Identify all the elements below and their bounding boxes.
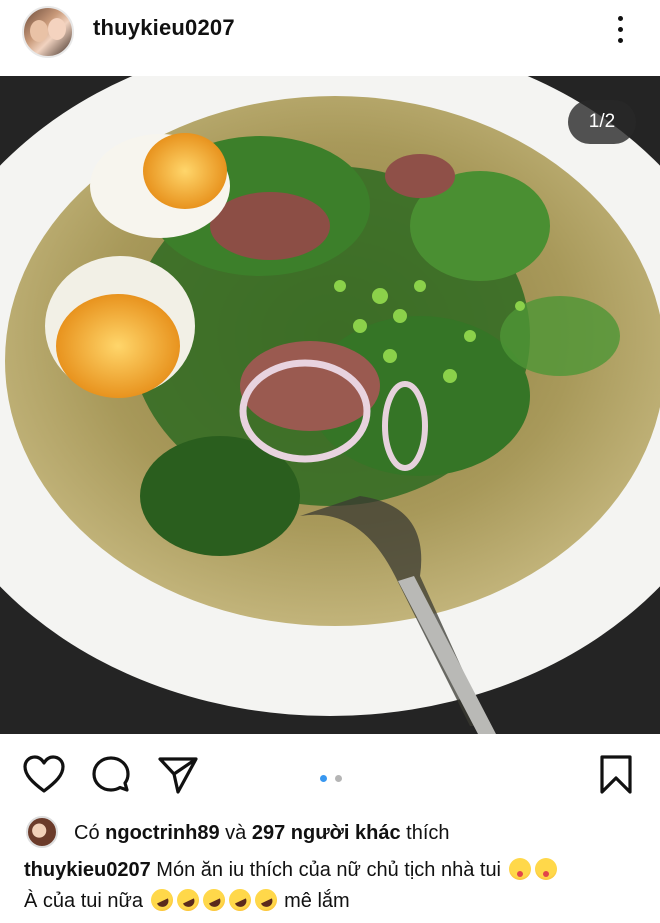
caption-line2-prefix: À của tui nữa: [24, 890, 144, 912]
rofl-emoji-icon: [250, 885, 281, 915]
bookmark-icon[interactable]: [598, 754, 634, 801]
comment-icon[interactable]: [90, 754, 132, 801]
likes-prefix: Có: [74, 822, 100, 844]
user-avatar[interactable]: [22, 6, 74, 58]
rofl-emoji-icon: [198, 885, 229, 915]
post-photo[interactable]: 1/2: [0, 76, 660, 734]
post-username[interactable]: thuykieu0207: [93, 15, 235, 41]
pho-bowl-image: [0, 76, 660, 734]
rofl-emoji-icon: [172, 885, 203, 915]
likes-conjunction: và: [225, 822, 247, 844]
more-vertical-icon[interactable]: [610, 16, 630, 46]
likes-row: Có ngoctrinh89 và 297 người khác thích: [0, 812, 660, 852]
send-icon[interactable]: [156, 754, 200, 801]
carousel-indicator: [318, 769, 344, 787]
post-header: thuykieu0207: [0, 0, 660, 72]
caption-line2-suffix: mê lắm: [284, 890, 350, 912]
likes-count[interactable]: 297 người khác: [252, 822, 401, 844]
liker-avatar[interactable]: [26, 816, 58, 848]
caption-line1: Món ăn iu thích của nữ chủ tịch nhà tui: [156, 859, 502, 881]
yum-emoji-icon: [508, 858, 531, 880]
rofl-emoji-icon: [146, 885, 177, 915]
rofl-emoji-icon: [224, 885, 255, 915]
carousel-dot: [335, 775, 343, 782]
avatar-face: [48, 18, 66, 40]
caption-author[interactable]: thuykieu0207: [24, 859, 151, 881]
likes-summary[interactable]: Có ngoctrinh89 và 297 người khác thích: [74, 822, 450, 845]
yum-emoji-icon: [534, 858, 557, 880]
liker-username[interactable]: ngoctrinh89: [105, 822, 219, 844]
heart-icon[interactable]: [22, 754, 66, 799]
avatar-face: [30, 20, 48, 42]
likes-suffix: thích: [406, 822, 450, 844]
carousel-dot-active: [320, 775, 327, 782]
image-counter: 1/2: [568, 100, 636, 144]
post-caption: thuykieu0207 Món ăn iu thích của nữ chủ …: [24, 855, 644, 917]
